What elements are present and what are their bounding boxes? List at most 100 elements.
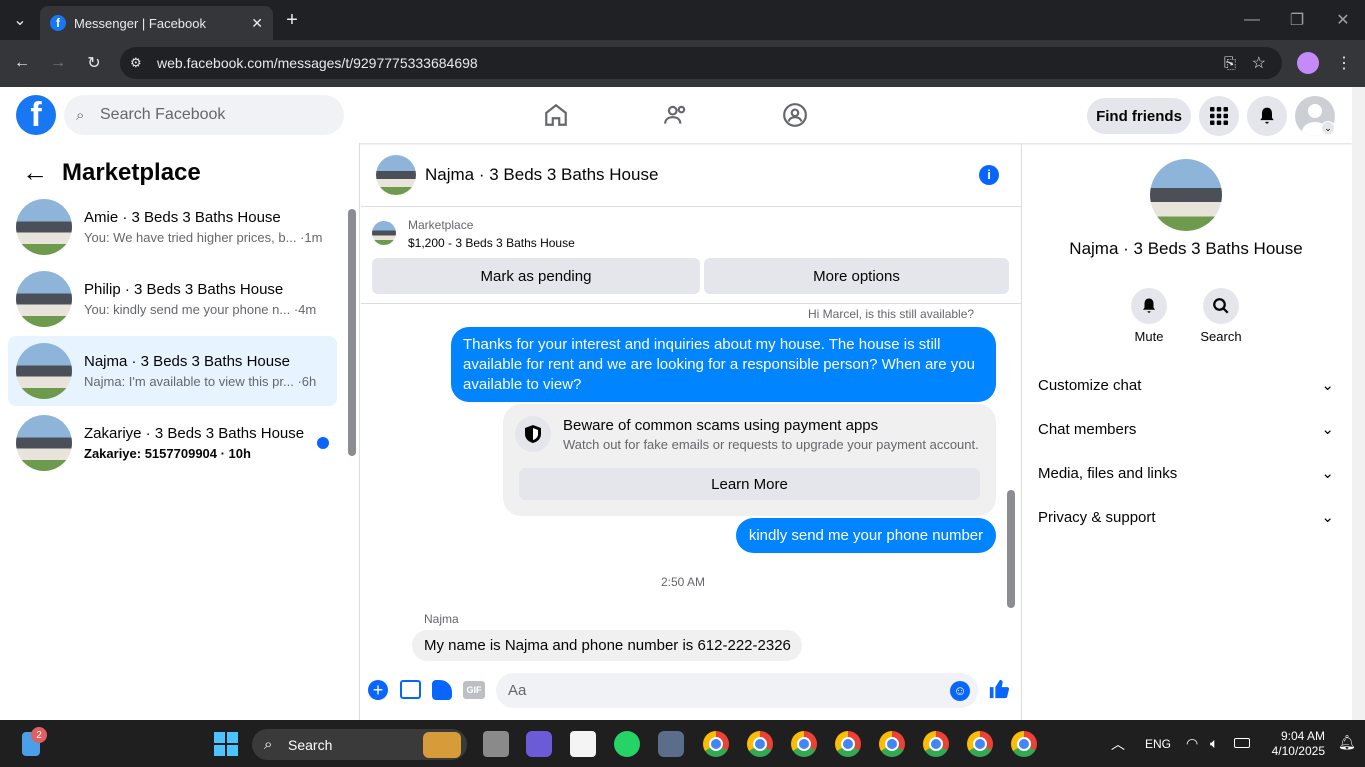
chrome-icon[interactable] bbox=[967, 731, 993, 757]
windows-start-icon[interactable] bbox=[214, 732, 238, 756]
clock[interactable]: 9:04 AM 4/10/2025 bbox=[1265, 729, 1325, 759]
incoming-message[interactable]: My name is Najma and phone number is 612… bbox=[412, 630, 802, 661]
account-chevron-icon[interactable]: ⌄ bbox=[1321, 121, 1335, 135]
chevron-down-icon: ⌄ bbox=[1321, 509, 1334, 526]
house-thumbnail bbox=[16, 343, 72, 399]
mark-pending-button[interactable]: Mark as pending bbox=[372, 258, 700, 294]
chrome-icon[interactable] bbox=[747, 731, 773, 757]
home-nav-icon[interactable] bbox=[536, 95, 576, 135]
new-tab-icon[interactable]: + bbox=[278, 6, 306, 34]
outgoing-message[interactable]: Thanks for your interest and inquiries a… bbox=[451, 327, 996, 402]
privacy-support-section[interactable]: Privacy & support ⌄ bbox=[1038, 508, 1334, 527]
tab-list-icon[interactable]: ⌄ bbox=[6, 6, 34, 34]
chat-header: Najma · 3 Beds 3 Baths House i bbox=[361, 143, 1021, 207]
chrome-icon[interactable] bbox=[703, 731, 729, 757]
unread-dot-icon bbox=[317, 437, 329, 449]
browser-tab[interactable]: f Messenger | Facebook ✕ bbox=[40, 6, 273, 40]
taskbar-search[interactable]: ⌕ Search bbox=[252, 729, 467, 760]
maximize-icon[interactable]: ❐ bbox=[1283, 6, 1311, 34]
chat-scrollbar[interactable] bbox=[1007, 490, 1015, 608]
friends-nav-icon[interactable] bbox=[656, 95, 696, 135]
house-thumbnail bbox=[16, 271, 72, 327]
conversation-name: Zakariye · 3 Beds 3 Baths House bbox=[84, 425, 305, 442]
sender-name: Najma bbox=[424, 612, 459, 626]
page-scrollbar[interactable] bbox=[1352, 87, 1365, 720]
forward-icon[interactable]: → bbox=[44, 49, 72, 77]
search-icon: ⌕ bbox=[76, 106, 85, 124]
chat-members-section[interactable]: Chat members ⌄ bbox=[1038, 420, 1334, 439]
notification-center-icon[interactable]: 🔔︎ bbox=[1338, 734, 1356, 751]
snipping-tool-icon[interactable] bbox=[570, 731, 596, 757]
search-conversation-icon[interactable] bbox=[1203, 288, 1239, 324]
clock-time: 9:04 AM bbox=[1280, 729, 1325, 743]
chat-title[interactable]: Najma · 3 Beds 3 Baths House bbox=[425, 165, 658, 185]
notifications-bell-icon[interactable] bbox=[1247, 96, 1287, 136]
profile-house-avatar[interactable] bbox=[1150, 159, 1222, 231]
show-hidden-icons-icon[interactable]: ︿ bbox=[1111, 734, 1125, 754]
emoji-icon[interactable]: ☺ bbox=[950, 680, 970, 701]
mute-bell-icon[interactable] bbox=[1131, 288, 1167, 324]
conversation-preview: Najma: I'm available to view this pr... … bbox=[84, 374, 317, 389]
chrome-icon[interactable] bbox=[1011, 731, 1037, 757]
gif-icon[interactable]: GIF bbox=[463, 681, 485, 699]
customize-chat-section[interactable]: Customize chat ⌄ bbox=[1038, 376, 1334, 395]
info-icon[interactable]: i bbox=[979, 164, 999, 185]
find-friends-button[interactable]: Find friends bbox=[1087, 98, 1191, 134]
back-arrow-icon[interactable]: ← bbox=[22, 157, 48, 188]
shield-icon bbox=[515, 416, 551, 452]
conversation-name: Amie · 3 Beds 3 Baths House bbox=[84, 209, 281, 226]
facebook-logo-icon[interactable]: f bbox=[16, 95, 56, 135]
conversation-item[interactable]: Amie · 3 Beds 3 Baths House You: We have … bbox=[8, 195, 337, 259]
chrome-icon[interactable] bbox=[879, 731, 905, 757]
volume-icon[interactable]: 🔈︎ bbox=[1210, 735, 1218, 752]
close-tab-icon[interactable]: ✕ bbox=[251, 15, 263, 32]
chrome-icon[interactable] bbox=[791, 731, 817, 757]
conversation-preview: You: We have tried higher prices, b... ·… bbox=[84, 230, 323, 245]
language-indicator[interactable]: ENG bbox=[1145, 737, 1171, 751]
url-field[interactable]: ⚙ web.facebook.com/messages/t/9297775333… bbox=[120, 47, 1282, 79]
meet-icon[interactable] bbox=[526, 731, 552, 757]
conversation-item-unread[interactable]: Zakariye · 3 Beds 3 Baths House Zakariye:… bbox=[8, 411, 337, 475]
bookmark-star-icon[interactable]: ☆ bbox=[1252, 53, 1266, 73]
chrome-icon[interactable] bbox=[835, 731, 861, 757]
profile-name: Najma · 3 Beds 3 Baths House bbox=[1069, 239, 1303, 258]
panel-title: Marketplace bbox=[62, 158, 201, 186]
composer-placeholder: Aa bbox=[508, 682, 527, 699]
browser-menu-icon[interactable]: ⋮ bbox=[1330, 49, 1358, 77]
install-app-icon[interactable]: ⎘ bbox=[1224, 55, 1236, 72]
mute-label: Mute bbox=[1134, 329, 1164, 344]
photo-icon[interactable] bbox=[400, 680, 421, 699]
media-files-section[interactable]: Media, files and links ⌄ bbox=[1038, 464, 1334, 483]
menu-grid-icon[interactable] bbox=[1199, 96, 1239, 136]
learn-more-button[interactable]: Learn More bbox=[519, 468, 980, 500]
reload-icon[interactable]: ↻ bbox=[80, 49, 108, 77]
add-attachment-icon[interactable]: + bbox=[368, 680, 388, 700]
task-view-icon[interactable] bbox=[483, 731, 509, 757]
back-icon[interactable]: ← bbox=[8, 49, 36, 77]
chat-avatar[interactable] bbox=[376, 154, 416, 195]
minimize-icon[interactable]: — bbox=[1238, 6, 1266, 34]
listing-detail[interactable]: $1,200 - 3 Beds 3 Baths House bbox=[408, 236, 575, 250]
thumbs-up-icon[interactable] bbox=[988, 678, 1010, 706]
conversation-list-scrollbar[interactable] bbox=[348, 209, 356, 456]
search-placeholder: Search Facebook bbox=[100, 106, 226, 123]
facebook-search-input[interactable]: ⌕ Search Facebook bbox=[64, 95, 344, 135]
conversation-item[interactable]: Philip · 3 Beds 3 Baths House You: kindly… bbox=[8, 267, 337, 331]
message-input[interactable]: Aa ☺ bbox=[496, 673, 978, 708]
section-label: Customize chat bbox=[1038, 376, 1142, 394]
wifi-icon[interactable]: ◠ bbox=[1186, 735, 1198, 752]
search-label: Search bbox=[1200, 329, 1242, 344]
chrome-icon[interactable] bbox=[923, 731, 949, 757]
site-info-icon[interactable]: ⚙ bbox=[130, 55, 142, 71]
sticker-icon[interactable] bbox=[432, 680, 452, 700]
outgoing-message[interactable]: kindly send me your phone number bbox=[736, 518, 996, 553]
close-window-icon[interactable]: ✕ bbox=[1329, 6, 1357, 34]
battery-icon[interactable] bbox=[1234, 738, 1250, 748]
camera-icon[interactable] bbox=[658, 731, 684, 757]
profile-avatar-icon[interactable] bbox=[1297, 52, 1319, 74]
reply-preview: Hi Marcel, is this still available? bbox=[808, 307, 975, 321]
conversation-item-active[interactable]: Najma · 3 Beds 3 Baths House Najma: I'm a… bbox=[8, 336, 337, 406]
more-options-button[interactable]: More options bbox=[704, 258, 1009, 294]
whatsapp-icon[interactable] bbox=[614, 731, 640, 757]
groups-nav-icon[interactable] bbox=[775, 95, 815, 135]
